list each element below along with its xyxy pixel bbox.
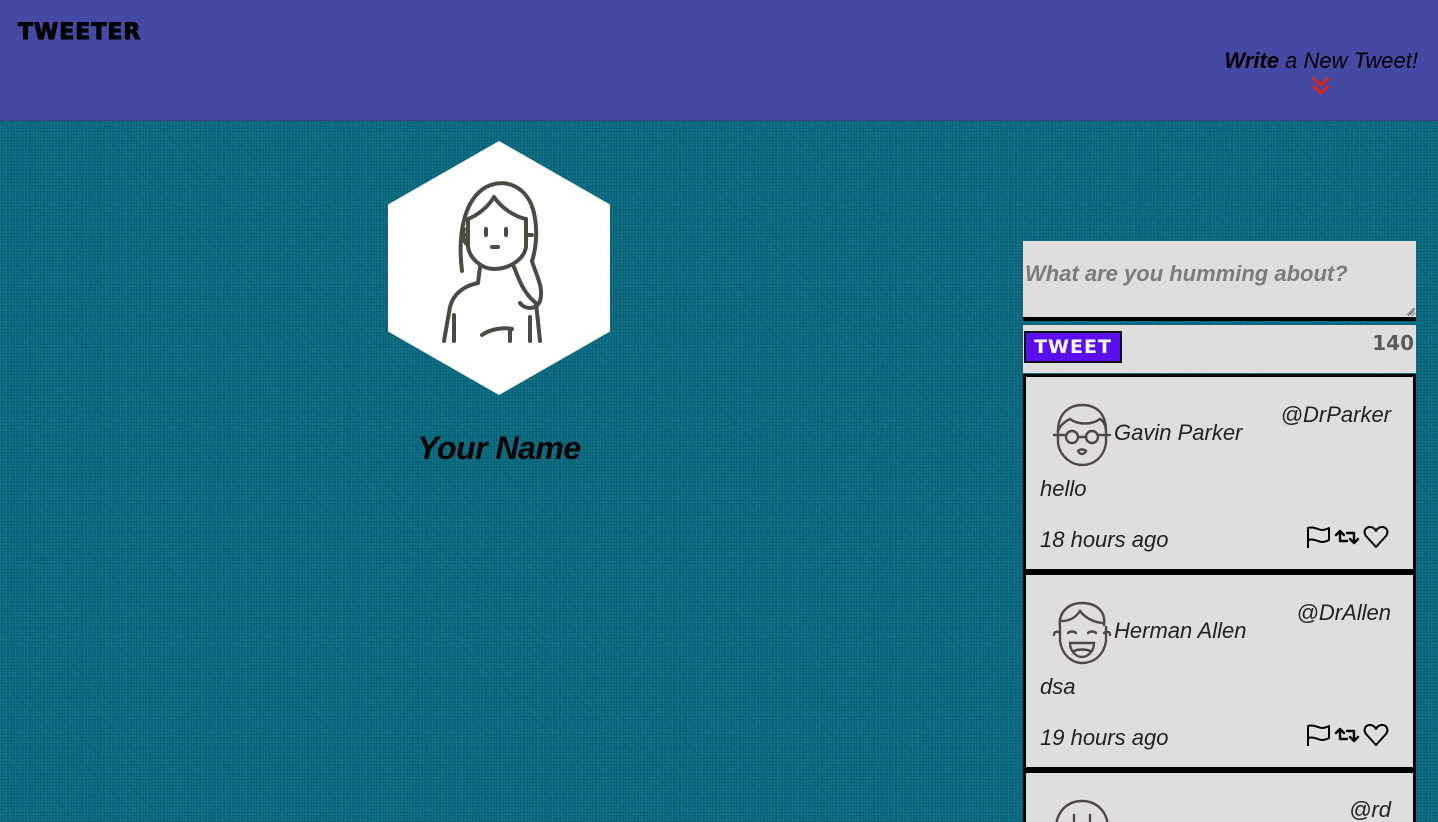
flag-icon[interactable]: [1305, 525, 1331, 549]
tweet-timestamp: 19 hours ago: [1040, 725, 1169, 750]
tweet-submit-button[interactable]: TWEET: [1024, 331, 1122, 363]
heart-icon[interactable]: [1363, 525, 1389, 549]
profile-name: Your Name: [417, 430, 581, 466]
profile-avatar: [388, 141, 610, 395]
write-tweet-bold: Write: [1224, 48, 1280, 73]
character-counter: 140: [1372, 331, 1414, 355]
tweet-text: hello: [1040, 476, 1087, 501]
write-tweet-rest: a New Tweet!: [1279, 48, 1418, 73]
laughing-man-avatar-icon: [1052, 601, 1112, 665]
write-tweet-label: Write a New Tweet!: [1224, 48, 1418, 73]
tweet-author-name[interactable]: Herman Allen: [1114, 618, 1246, 644]
tweet-actions: [1305, 723, 1389, 747]
flag-icon[interactable]: [1305, 723, 1331, 747]
compose-toolbar: TWEET 140: [1023, 325, 1416, 373]
tweet-author-handle[interactable]: @DrParker: [1281, 402, 1391, 428]
tweet-actions: [1305, 525, 1389, 549]
compose-form: [1023, 241, 1416, 321]
brand-logo[interactable]: TWEETER: [17, 20, 141, 46]
retweet-icon[interactable]: [1333, 723, 1361, 747]
tweet-text: dsa: [1040, 674, 1076, 699]
write-tweet-toggle[interactable]: Write a New Tweet!: [1224, 48, 1418, 100]
top-nav: TWEETER Write a New Tweet!: [0, 0, 1438, 121]
resize-handle-icon[interactable]: [1406, 307, 1414, 315]
woman-avatar-icon: [442, 181, 543, 343]
retweet-icon[interactable]: [1333, 525, 1361, 549]
tweet-author-handle[interactable]: @DrAllen: [1297, 600, 1391, 626]
tweet-card: Gavin Parker @DrParker hello 18 hours ag…: [1023, 374, 1416, 572]
tweet-textarea[interactable]: [1023, 241, 1416, 317]
tweet-card: @rd: [1023, 770, 1416, 822]
tweet-author-name[interactable]: Gavin Parker: [1114, 420, 1242, 446]
tweet-timestamp: 18 hours ago: [1040, 527, 1169, 552]
avatar-icon: [1055, 799, 1109, 822]
tweet-author-handle[interactable]: @rd: [1349, 797, 1391, 822]
heart-icon[interactable]: [1363, 723, 1389, 747]
tweet-card: Herman Allen @DrAllen dsa 19 hours ago: [1023, 572, 1416, 770]
double-chevron-down-icon[interactable]: [1309, 74, 1333, 100]
man-glasses-avatar-icon: [1052, 403, 1112, 467]
